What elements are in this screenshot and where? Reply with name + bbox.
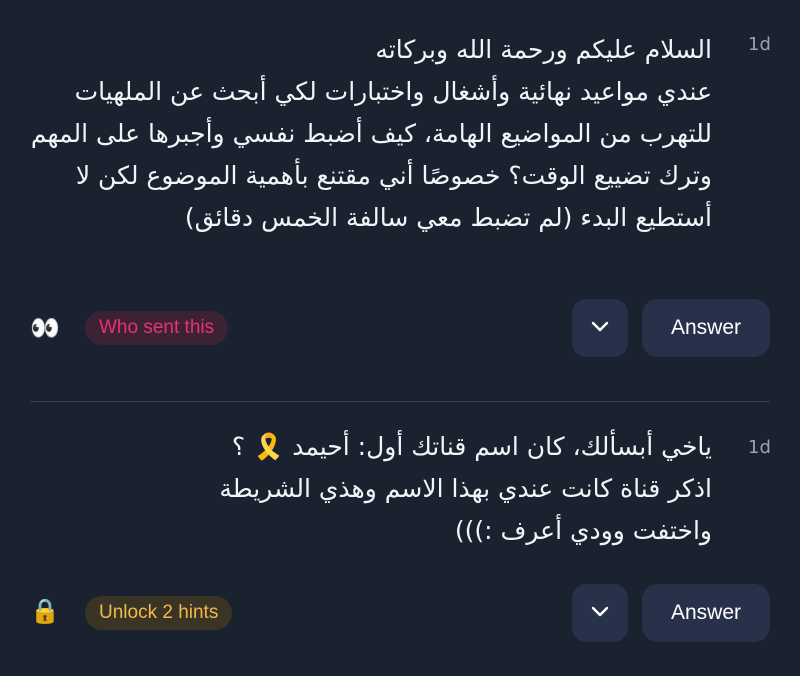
expand-button[interactable]	[572, 584, 628, 642]
answer-button[interactable]: Answer	[642, 299, 770, 357]
who-sent-this-button[interactable]: Who sent this	[85, 311, 229, 345]
answer-button[interactable]: Answer	[642, 584, 770, 642]
expand-button[interactable]	[572, 299, 628, 357]
question-card: ياخي أبسألك، كان اسم قناتك أول: أحيمد 🎗️…	[0, 403, 800, 676]
question-text: السلام عليكم ورحمة الله وبركاته عندي موا…	[30, 35, 712, 232]
divider	[30, 401, 770, 402]
chevron-down-icon	[591, 606, 609, 617]
unlock-hints-button[interactable]: Unlock 2 hints	[85, 596, 233, 630]
chevron-down-icon	[591, 321, 609, 332]
question-timestamp: 1d	[748, 34, 771, 55]
question-text: ياخي أبسألك، كان اسم قناتك أول: أحيمد 🎗️…	[219, 432, 712, 545]
lock-icon: 🔒	[30, 597, 60, 625]
question-timestamp: 1d	[748, 437, 771, 458]
eyes-icon: 👀	[30, 314, 60, 342]
question-card: السلام عليكم ورحمة الله وبركاته عندي موا…	[0, 0, 800, 402]
